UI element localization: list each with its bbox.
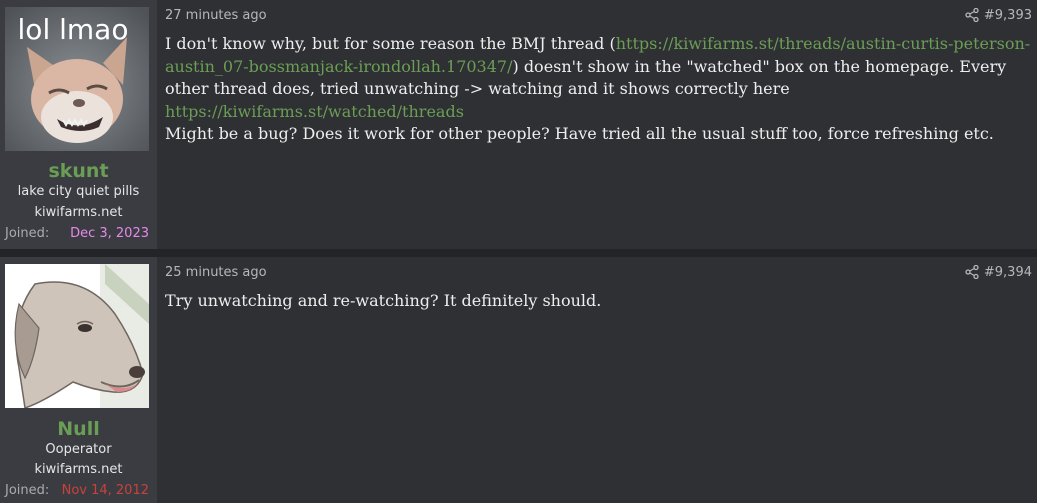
share-icon[interactable] <box>965 8 979 22</box>
avatar[interactable]: lol lmao <box>5 7 149 151</box>
joined-label: Joined: <box>5 226 50 241</box>
user-block: lol lmao skunt lake city quiet pills kiw… <box>0 0 157 249</box>
username[interactable]: Null <box>0 418 157 440</box>
post-timestamp[interactable]: 27 minutes ago <box>165 8 267 23</box>
joined-date: Dec 3, 2023 <box>70 226 149 241</box>
post-number[interactable]: #9,394 <box>984 265 1032 280</box>
post: Null Ooperator kiwifarms.net Joined: Nov… <box>0 257 1037 503</box>
post: lol lmao skunt lake city quiet pills kiw… <box>0 0 1037 249</box>
user-site: kiwifarms.net <box>34 462 123 477</box>
post-divider <box>0 249 1037 257</box>
post-body: 27 minutes ago #9,393 I don't know why, … <box>157 0 1037 249</box>
user-title: lake city quiet pills <box>17 184 140 199</box>
joined-label: Joined: <box>5 483 50 498</box>
post-message: I don't know why, but for some reason th… <box>165 33 1033 146</box>
post-body: 25 minutes ago #9,394 Try unwatching and… <box>157 257 1037 503</box>
user-block: Null Ooperator kiwifarms.net Joined: Nov… <box>0 257 157 503</box>
message-text: Might be a bug? Does it work for other p… <box>165 124 994 143</box>
share-icon[interactable] <box>965 265 979 279</box>
user-title: Ooperator <box>45 442 112 457</box>
post-number[interactable]: #9,393 <box>984 8 1032 23</box>
user-site: kiwifarms.net <box>34 205 123 220</box>
avatar[interactable] <box>5 264 149 408</box>
post-message: Try unwatching and re-watching? It defin… <box>165 290 1033 313</box>
joined-date: Nov 14, 2012 <box>61 483 149 498</box>
watched-threads-link[interactable]: https://kiwifarms.st/watched/threads <box>165 102 464 121</box>
message-text: I don't know why, but for some reason th… <box>165 34 616 53</box>
post-timestamp[interactable]: 25 minutes ago <box>165 265 267 280</box>
message-text: Try unwatching and re-watching? It defin… <box>165 291 602 310</box>
avatar-caption: lol lmao <box>18 13 129 46</box>
username[interactable]: skunt <box>0 160 157 182</box>
